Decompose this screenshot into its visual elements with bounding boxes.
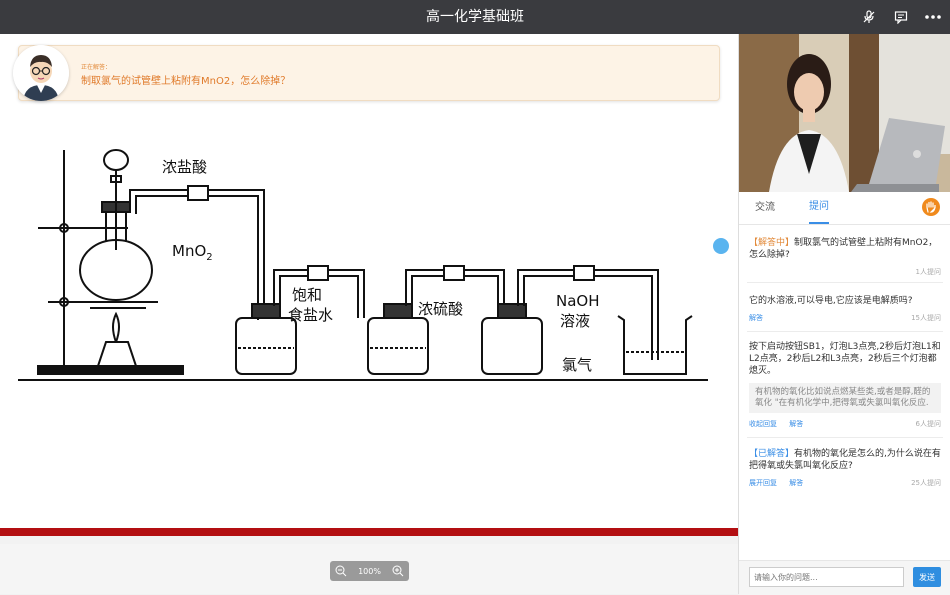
apparatus-diagram: 浓盐酸 MnO2 饱和 食盐水 浓硫酸 NaOH 溶液 氯气 [18, 149, 708, 381]
divider [747, 331, 943, 332]
question-list: 【解答中】制取氯气的试管壁上粘附有MnO2，怎么除掉? 1人提问 它的水溶液,可… [739, 225, 950, 560]
teacher-avatar [13, 45, 69, 101]
question-input-bar: 发送 [739, 560, 950, 595]
answering-tag: 正在解答： [81, 64, 112, 71]
raise-hand-icon[interactable] [922, 198, 940, 216]
answer-button[interactable]: 解答 [789, 420, 803, 428]
label-chlorine: 氯气 [562, 356, 592, 374]
pointer-dot[interactable] [713, 238, 729, 254]
label-solution: 溶液 [560, 312, 590, 330]
question-meta: 收起回复 解答 6人提问 [749, 419, 941, 431]
list-item[interactable]: 【已解答】有机物的氧化是怎么的,为什么说在有把得氧或失氯叫氧化反应? 展开回复 … [749, 448, 941, 490]
slide-bottom-bar [0, 528, 738, 536]
right-panel: 交流 提问 【解答中】制取氯气的试管壁上粘附有MnO2，怎么除掉? 1人提问 它… [738, 34, 950, 595]
expand-reply-button[interactable]: 展开回复 [749, 479, 777, 487]
question-meta: 解答 15人提问 [749, 313, 941, 325]
answer-button[interactable]: 解答 [749, 314, 763, 322]
label-h2so4: 浓硫酸 [418, 300, 463, 318]
zoom-control: 100% [330, 561, 409, 581]
status-badge: 【已解答】 [749, 449, 795, 459]
question-text: 【解答中】制取氯气的试管壁上粘附有MnO2，怎么除掉? [749, 238, 938, 260]
status-badge: 【解答中】 [749, 238, 795, 248]
ask-count: 15人提问 [911, 314, 941, 322]
question-meta: 1人提问 [749, 267, 941, 279]
answer-button[interactable]: 解答 [789, 479, 803, 487]
question-text: 【已解答】有机物的氧化是怎么的,为什么说在有把得氧或失氯叫氧化反应? [749, 449, 941, 471]
collapse-reply-button[interactable]: 收起回复 [749, 420, 777, 428]
label-brine: 食盐水 [288, 306, 333, 324]
answer-text: 有机物的氧化比如说点燃某些类,或者是醇,醛的氧化 "在有机化学中,把得氧或失氯叫… [749, 383, 941, 413]
chat-icon[interactable] [892, 8, 910, 26]
label-mno2: MnO2 [172, 242, 213, 263]
microphone-off-icon[interactable] [860, 8, 878, 26]
more-icon[interactable] [924, 8, 942, 26]
slide-area: 正在解答： 制取氯气的试管壁上粘附有MnO2，怎么除掉？ 浓盐酸 MnO2 饱和… [0, 34, 738, 536]
zoom-out-icon[interactable] [334, 564, 348, 578]
list-item[interactable]: 按下启动按钮SB1，灯泡L3点亮,2秒后灯泡L1和L2点亮，2秒后L2和L3点亮… [749, 341, 941, 431]
question-input[interactable] [749, 567, 904, 587]
label-naoh: NaOH [556, 292, 600, 310]
list-item[interactable]: 【解答中】制取氯气的试管壁上粘附有MnO2，怎么除掉? 1人提问 [749, 237, 941, 279]
question-text: 按下启动按钮SB1，灯泡L3点亮,2秒后灯泡L1和L2点亮，2秒后L2和L3点亮… [749, 342, 941, 376]
teacher-video [739, 34, 950, 192]
window-title: 高一化学基础班 [426, 9, 524, 25]
divider [747, 437, 943, 438]
answering-question: 制取氯气的试管壁上粘附有MnO2，怎么除掉？ [81, 76, 291, 87]
ask-count: 1人提问 [915, 268, 941, 276]
question-meta: 展开回复 解答 25人提问 [749, 478, 941, 490]
panel-tabs: 交流 提问 [739, 192, 950, 225]
toolbar [860, 0, 942, 34]
zoom-in-icon[interactable] [391, 564, 405, 578]
zoom-level: 100% [358, 566, 381, 576]
question-text: 它的水溶液,可以导电,它应该是电解质吗? [749, 296, 913, 306]
answering-card: 正在解答： 制取氯气的试管壁上粘附有MnO2，怎么除掉？ [18, 45, 720, 101]
divider [747, 282, 943, 283]
tab-chat[interactable]: 交流 [755, 192, 775, 224]
tab-questions[interactable]: 提问 [809, 192, 829, 224]
label-hcl: 浓盐酸 [162, 158, 207, 176]
send-button[interactable]: 发送 [913, 567, 941, 587]
ask-count: 6人提问 [915, 420, 941, 428]
title-bar: 高一化学基础班 [0, 0, 950, 34]
list-item[interactable]: 它的水溶液,可以导电,它应该是电解质吗? 解答 15人提问 [749, 295, 941, 325]
label-saturated: 饱和 [292, 286, 322, 304]
ask-count: 25人提问 [911, 479, 941, 487]
